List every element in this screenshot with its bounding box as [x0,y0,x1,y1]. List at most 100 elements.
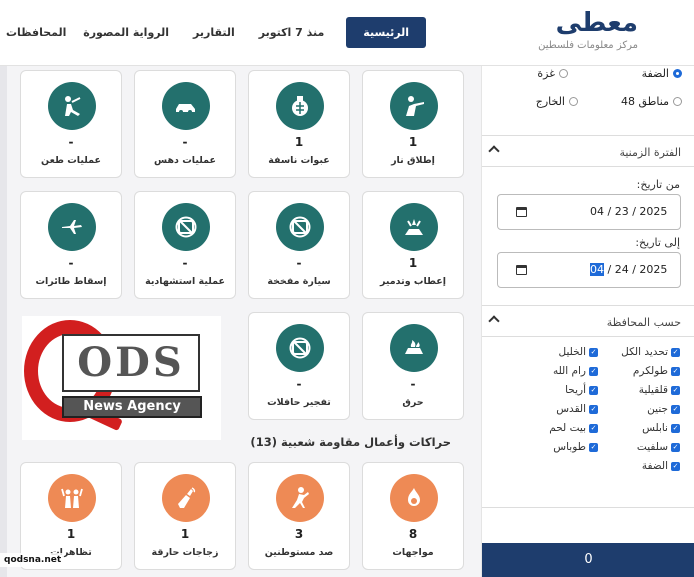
governorate-header[interactable]: حسب المحافظة [482,305,694,337]
card-value: 1 [180,527,190,541]
card-value: - [296,377,302,391]
card-label: عمليات دهس [154,155,216,166]
calendar-icon[interactable] [516,207,527,217]
checkbox-checked-icon[interactable]: ✓ [671,442,680,452]
stabbing-icon [48,82,96,130]
card-burning[interactable]: - حرق [362,312,464,420]
card-martyrdom-op[interactable]: - عملية استشهادية [134,191,236,299]
gov-check-westbank[interactable]: ✓ الضفة [602,460,680,472]
region-radio-gaza[interactable]: غزة [537,67,568,80]
fire-clash-icon [390,474,438,522]
region-radio-48[interactable]: مناطق 48 [621,95,682,108]
checkbox-label: تحديد الكل [621,346,668,358]
gov-check-tulkarm[interactable]: ✓ طولكرم [602,365,680,377]
grenade-icon [276,82,324,130]
card-explosives[interactable]: 1 عبوات ناسفة [248,70,350,178]
card-value: - [182,135,188,149]
chevron-up-icon[interactable] [488,315,500,327]
gov-check-ramallah[interactable]: ✓ رام الله [520,365,598,377]
card-label: سيارة مفخخة [267,276,331,287]
gov-check-salfit[interactable]: ✓ سلفيت [602,441,680,453]
nav-home[interactable]: الرئيسية [346,17,426,48]
checkbox-label: رام الله [552,365,586,377]
to-date-input[interactable]: 04 / 24 / 2025 [497,252,681,288]
card-bus-bombing[interactable]: - تفجير حافلات [248,312,350,420]
checkbox-checked-icon[interactable]: ✓ [589,385,598,395]
gov-check-bethlehem[interactable]: ✓ بيت لحم [520,422,598,434]
card-value: - [296,256,302,270]
radio-icon[interactable] [559,69,568,78]
radio-selected-icon[interactable] [673,69,682,78]
no-image-icon [276,324,324,372]
time-period-header[interactable]: الفترة الزمنية [482,135,694,167]
watermark-text: qodsna.net [0,553,64,567]
card-downing-drones[interactable]: - إسقاط طائرات [20,191,122,299]
region-radio-abroad[interactable]: الخارج [536,95,578,108]
gov-check-all[interactable]: ✓ تحديد الكل [602,346,680,358]
checkbox-checked-icon[interactable]: ✓ [589,366,598,376]
radio-icon[interactable] [673,97,682,106]
radio-label: مناطق 48 [621,95,669,108]
checkbox-label: سلفيت [636,441,668,453]
gov-check-tubas[interactable]: ✓ طوباس [520,441,598,453]
checkbox-checked-icon[interactable]: ✓ [671,461,680,471]
nav-reports[interactable]: التقارير [181,17,247,48]
card-ramming[interactable]: - عمليات دهس [134,70,236,178]
plane-down-icon [48,203,96,251]
gov-check-qalqilya[interactable]: ✓ قلقيلية [602,384,680,396]
checkbox-label: قلقيلية [638,384,668,396]
card-label: إسقاط طائرات [35,276,107,287]
card-destruction[interactable]: 1 إعطاب وتدمير [362,191,464,299]
gov-check-jerusalem[interactable]: ✓ القدس [520,403,598,415]
radio-label: الضفة [641,67,669,80]
logo-subtitle: مركز معلومات فلسطين [538,40,638,51]
card-label: إطلاق نار [391,155,435,166]
chevron-up-icon[interactable] [488,145,500,157]
burning-icon [390,324,438,372]
radio-label: الخارج [535,95,565,108]
card-stabbing[interactable]: - عمليات طعن [20,70,122,178]
card-car-bomb[interactable]: - سيارة مفخخة [248,191,350,299]
gov-check-jericho[interactable]: ✓ أريحا [520,384,598,396]
qods-news-agency-logo: ODS News Agency [22,316,221,440]
site-logo[interactable]: معطى مركز معلومات فلسطين [538,8,638,51]
to-date-label: إلى تاريخ: [635,236,680,249]
checkbox-checked-icon[interactable]: ✓ [671,385,680,395]
gov-check-hebron[interactable]: ✓ الخليل [520,346,598,358]
card-value: 1 [66,527,76,541]
nav-governorates[interactable]: المحافظات [0,17,78,48]
card-shooting[interactable]: 1 إطلاق نار [362,70,464,178]
shooter-icon [390,82,438,130]
checkbox-checked-icon[interactable]: ✓ [671,366,680,376]
checkbox-checked-icon[interactable]: ✓ [671,404,680,414]
card-value: 1 [408,135,418,149]
checkbox-label: بيت لحم [549,422,586,434]
card-value: 1 [408,256,418,270]
scroll-strip [0,66,7,577]
checkbox-checked-icon[interactable]: ✓ [589,347,598,357]
checkbox-checked-icon[interactable]: ✓ [589,442,598,452]
checkbox-checked-icon[interactable]: ✓ [589,404,598,414]
card-value: 3 [294,527,304,541]
from-date-input[interactable]: 04 / 23 / 2025 [497,194,681,230]
card-settler-repel[interactable]: 3 صد مستوطنين [248,462,350,570]
card-molotov[interactable]: 1 زجاجات حارقة [134,462,236,570]
card-value: 1 [294,135,304,149]
checkbox-label: طوباس [553,441,586,453]
divider [482,507,694,508]
nav-photo-story[interactable]: الرواية المصورة [71,17,181,48]
from-date-value: 04 / 23 / 2025 [590,205,668,218]
gov-check-nablus[interactable]: ✓ نابلس [602,422,680,434]
calendar-icon[interactable] [516,265,527,275]
checkbox-checked-icon[interactable]: ✓ [671,347,680,357]
checkbox-checked-icon[interactable]: ✓ [589,423,598,433]
radio-icon[interactable] [569,97,578,106]
from-date-label: من تاريخ: [636,178,680,191]
nav-since-oct7[interactable]: منذ 7 اكتوبر [247,17,337,48]
region-radio-westbank[interactable]: الضفة [642,67,682,80]
gov-check-jenin[interactable]: ✓ جنين [602,403,680,415]
card-clashes[interactable]: 8 مواجهات [362,462,464,570]
checkbox-checked-icon[interactable]: ✓ [671,423,680,433]
radio-label: غزة [537,67,555,80]
to-date-month-selected[interactable]: 04 [590,263,604,276]
